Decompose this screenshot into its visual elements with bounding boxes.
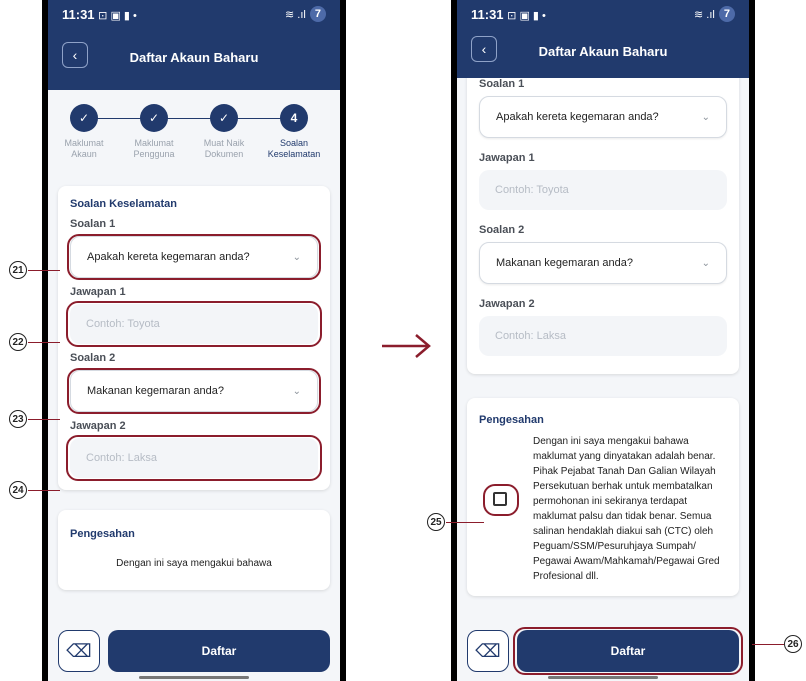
page-title: Daftar Akaun Baharu <box>538 44 668 59</box>
a1-input[interactable]: Contoh: Toyota <box>479 170 727 210</box>
status-icons: ≋ .ıl 7 <box>694 6 735 22</box>
step-2: ✓ Maklumat Pengguna <box>122 104 186 160</box>
chevron-down-icon: ⌄ <box>701 257 710 269</box>
q1-dropdown[interactable]: Apakah kereta kegemaran anda? ⌄ <box>67 234 321 280</box>
callout-line <box>752 644 784 645</box>
callout-25: 25 <box>427 513 445 531</box>
callout-line <box>28 419 60 420</box>
confirm-title: Pengesahan <box>479 414 544 426</box>
q1-label: Soalan 1 <box>70 218 116 230</box>
security-card: Soalan Keselamatan Soalan 1 Apakah keret… <box>58 186 330 490</box>
confirm-card: Pengesahan Dengan ini saya mengakui baha… <box>467 398 739 596</box>
q1-dropdown[interactable]: Apakah kereta kegemaran anda? ⌄ <box>479 96 727 138</box>
form-content: Soalan 1 Apakah kereta kegemaran anda? ⌄ … <box>457 78 749 621</box>
confirm-title: Pengesahan <box>70 528 135 540</box>
step-1: ✓ Maklumat Akaun <box>52 104 116 160</box>
callout-line <box>28 490 60 491</box>
phone-left: 11:31 ⊡ ▣ ▮ • ≋ .ıl 7 ‹ Daftar Akaun Bah… <box>42 0 346 681</box>
callout-21: 21 <box>9 261 27 279</box>
step-3: ✓ Muat Naik Dokumen <box>192 104 256 160</box>
home-indicator <box>139 676 249 679</box>
confirm-preview: Dengan ini saya mengakui bahawa <box>116 558 272 569</box>
security-card: Soalan 1 Apakah kereta kegemaran anda? ⌄ … <box>467 78 739 374</box>
status-bar: 11:31 ⊡ ▣ ▮ • ≋ .ıl 7 <box>457 0 749 28</box>
eraser-icon: ⌫ <box>475 640 501 661</box>
stepper: ✓ Maklumat Akaun ✓ Maklumat Pengguna ✓ Mua… <box>48 90 340 170</box>
chevron-down-icon: ⌄ <box>701 111 710 123</box>
callout-line <box>446 522 484 523</box>
confirm-card: Pengesahan Dengan ini saya mengakui baha… <box>58 510 330 590</box>
a2-label: Jawapan 2 <box>70 420 126 432</box>
status-icons: ≋ .ıl 7 <box>285 6 326 22</box>
check-icon: ✓ <box>140 104 168 132</box>
app-bar: ‹ Daftar Akaun Baharu <box>48 28 340 90</box>
bottom-bar: ⌫ Daftar <box>457 621 749 681</box>
a1-label: Jawapan 1 <box>479 152 535 164</box>
notification-icons: ⊡ ▣ ▮ • <box>507 9 546 22</box>
q2-label: Soalan 2 <box>70 352 116 364</box>
check-icon: ✓ <box>70 104 98 132</box>
transition-arrow-icon <box>382 334 431 358</box>
phone-right: 11:31 ⊡ ▣ ▮ • ≋ .ıl 7 ‹ Daftar Akaun Bah… <box>451 0 755 681</box>
notification-icons: ⊡ ▣ ▮ • <box>98 9 137 22</box>
chevron-down-icon: ⌄ <box>292 251 301 263</box>
submit-button[interactable]: Daftar <box>108 630 330 672</box>
bottom-bar: ⌫ Daftar <box>48 621 340 681</box>
agree-checkbox[interactable] <box>493 492 507 506</box>
battery-icon: 7 <box>718 6 735 22</box>
status-left: 11:31 ⊡ ▣ ▮ • <box>471 6 546 22</box>
callout-line <box>28 342 60 343</box>
signal-icon: ≋ .ıl <box>285 8 306 21</box>
section-title: Soalan Keselamatan <box>70 198 177 210</box>
step-4: 4 Soalan Keselamatan <box>262 104 326 160</box>
check-icon: ✓ <box>210 104 238 132</box>
a1-label: Jawapan 1 <box>70 286 126 298</box>
a2-label: Jawapan 2 <box>479 298 535 310</box>
form-content: ✓ Maklumat Akaun ✓ Maklumat Pengguna ✓ Mua… <box>48 90 340 621</box>
submit-button[interactable]: Daftar <box>513 627 743 675</box>
step-number: 4 <box>280 104 308 132</box>
callout-23: 23 <box>9 410 27 428</box>
screen-left: 11:31 ⊡ ▣ ▮ • ≋ .ıl 7 ‹ Daftar Akaun Bah… <box>48 0 340 681</box>
home-indicator <box>548 676 658 679</box>
q1-label: Soalan 1 <box>479 78 525 90</box>
callout-26: 26 <box>784 635 802 653</box>
app-bar: ‹ Daftar Akaun Baharu <box>457 28 749 78</box>
callout-line <box>28 270 60 271</box>
screen-right: 11:31 ⊡ ▣ ▮ • ≋ .ıl 7 ‹ Daftar Akaun Bah… <box>457 0 749 681</box>
q2-label: Soalan 2 <box>479 224 525 236</box>
callout-22: 22 <box>9 333 27 351</box>
battery-icon: 7 <box>309 6 326 22</box>
eraser-icon: ⌫ <box>66 640 92 661</box>
signal-icon: ≋ .ıl <box>694 8 715 21</box>
q2-dropdown[interactable]: Makanan kegemaran anda? ⌄ <box>479 242 727 284</box>
status-left: 11:31 ⊡ ▣ ▮ • <box>62 6 137 22</box>
reset-button[interactable]: ⌫ <box>467 630 509 672</box>
q2-dropdown[interactable]: Makanan kegemaran anda? ⌄ <box>67 368 321 414</box>
reset-button[interactable]: ⌫ <box>58 630 100 672</box>
a1-input[interactable]: Contoh: Toyota <box>66 301 322 347</box>
chevron-down-icon: ⌄ <box>292 385 301 397</box>
page-title: Daftar Akaun Baharu <box>129 50 259 65</box>
confirm-row: Dengan ini saya mengakui bahawa maklumat… <box>479 434 727 584</box>
a2-input[interactable]: Contoh: Laksa <box>66 435 322 481</box>
callout-24: 24 <box>9 481 27 499</box>
status-bar: 11:31 ⊡ ▣ ▮ • ≋ .ıl 7 <box>48 0 340 28</box>
a2-input[interactable]: Contoh: Laksa <box>479 316 727 356</box>
